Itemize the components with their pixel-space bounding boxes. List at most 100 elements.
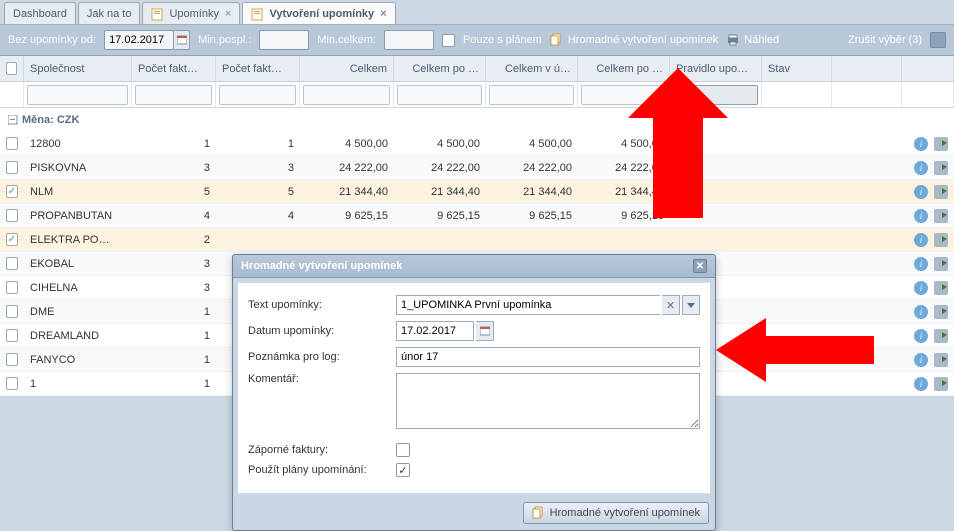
cell-company: PROPANBUTAN xyxy=(24,210,132,222)
go-icon[interactable] xyxy=(934,233,948,247)
filter-total-po2[interactable] xyxy=(581,85,666,105)
cell-total-po2: 24 222,00 xyxy=(578,162,670,174)
row-checkbox[interactable] xyxy=(6,281,18,294)
dialog-submit-label: Hromadné vytvoření upomínek xyxy=(550,507,700,519)
cell-company: ELEKTRA PO… xyxy=(24,234,132,246)
cell-company: DREAMLAND xyxy=(24,330,132,342)
filter-total-vu[interactable] xyxy=(489,85,574,105)
go-icon[interactable] xyxy=(934,329,948,343)
tab-create-reminder[interactable]: Vytvoření upomínky × xyxy=(242,2,395,24)
min-pospl-input[interactable] xyxy=(259,30,309,50)
row-checkbox[interactable] xyxy=(6,185,18,198)
info-icon[interactable]: i xyxy=(914,209,928,223)
col-company[interactable]: Společnost xyxy=(24,56,132,81)
table-row[interactable]: ELEKTRA PO…2i xyxy=(0,228,954,252)
note-icon xyxy=(251,7,265,21)
text-upominky-combo[interactable]: ✕ xyxy=(396,295,700,315)
close-icon[interactable]: × xyxy=(380,8,386,20)
bulk-create-button[interactable]: Hromadné vytvoření upomínek xyxy=(550,33,718,47)
poznamka-label: Poznámka pro log: xyxy=(248,351,396,363)
datum-input[interactable] xyxy=(396,321,474,341)
go-icon[interactable] xyxy=(934,209,948,223)
col-rule[interactable]: Pravidlo upo… xyxy=(670,56,762,81)
row-checkbox[interactable] xyxy=(6,209,18,222)
calendar-icon[interactable] xyxy=(174,30,190,50)
row-checkbox[interactable] xyxy=(6,137,18,150)
row-checkbox[interactable] xyxy=(6,353,18,366)
clear-icon[interactable]: ✕ xyxy=(662,295,680,315)
only-plan-checkbox[interactable] xyxy=(442,34,455,47)
col-total-vu[interactable]: Celkem v ú… xyxy=(486,56,578,81)
col-inv2[interactable]: Počet fakt… xyxy=(216,56,300,81)
cell-inv1: 1 xyxy=(132,354,216,366)
info-icon[interactable]: i xyxy=(914,353,928,367)
cell-total-po: 4 500,00 xyxy=(394,138,486,150)
info-icon[interactable]: i xyxy=(914,377,928,391)
poznamka-input[interactable] xyxy=(396,347,700,367)
go-icon[interactable] xyxy=(934,257,948,271)
col-stav[interactable]: Stav xyxy=(762,56,832,81)
cancel-selection-button[interactable]: Zrušit výběr (3) xyxy=(848,34,922,46)
close-icon[interactable]: × xyxy=(225,8,231,20)
group-header[interactable]: Měna: CZK xyxy=(0,108,954,132)
min-celkem-input[interactable] xyxy=(384,30,434,50)
info-icon[interactable]: i xyxy=(914,305,928,319)
go-icon[interactable] xyxy=(934,377,948,391)
cell-inv1: 3 xyxy=(132,258,216,270)
info-icon[interactable]: i xyxy=(914,137,928,151)
filter-total[interactable] xyxy=(303,85,390,105)
row-checkbox[interactable] xyxy=(6,329,18,342)
dialog-close-button[interactable]: ✕ xyxy=(693,259,707,273)
filter-rule[interactable] xyxy=(673,85,758,105)
table-row[interactable]: PISKOVNA3324 222,0024 222,0024 222,0024 … xyxy=(0,156,954,180)
cell-total-po: 9 625,15 xyxy=(394,210,486,222)
table-row[interactable]: 12800114 500,004 500,004 500,004 500,00i xyxy=(0,132,954,156)
filter-inv2[interactable] xyxy=(219,85,296,105)
go-icon[interactable] xyxy=(934,305,948,319)
info-icon[interactable]: i xyxy=(914,233,928,247)
komentar-textarea[interactable] xyxy=(396,373,700,429)
go-icon[interactable] xyxy=(934,161,948,175)
col-total[interactable]: Celkem xyxy=(300,56,394,81)
chevron-down-icon[interactable] xyxy=(682,295,700,315)
go-icon[interactable] xyxy=(934,281,948,295)
no-reminder-from-date[interactable] xyxy=(104,30,174,50)
dialog-submit-button[interactable]: Hromadné vytvoření upomínek xyxy=(523,502,709,524)
col-inv1[interactable]: Počet fakt… xyxy=(132,56,216,81)
table-row[interactable]: NLM5521 344,4021 344,4021 344,4021 344,4… xyxy=(0,180,954,204)
calendar-icon[interactable] xyxy=(476,321,494,341)
go-icon[interactable] xyxy=(934,185,948,199)
info-icon[interactable]: i xyxy=(914,257,928,271)
pouzit-plany-checkbox[interactable] xyxy=(396,463,410,477)
row-checkbox[interactable] xyxy=(6,161,18,174)
dialog-titlebar[interactable]: Hromadné vytvoření upomínek ✕ xyxy=(233,255,715,278)
text-upominky-input[interactable] xyxy=(396,295,660,315)
cell-inv1: 5 xyxy=(132,186,216,198)
dropdown-button[interactable] xyxy=(930,32,946,48)
col-total-po[interactable]: Celkem po … xyxy=(394,56,486,81)
info-icon[interactable]: i xyxy=(914,281,928,295)
info-icon[interactable]: i xyxy=(914,329,928,343)
go-icon[interactable] xyxy=(934,353,948,367)
info-icon[interactable]: i xyxy=(914,161,928,175)
row-checkbox[interactable] xyxy=(6,257,18,270)
table-row[interactable]: PROPANBUTAN449 625,159 625,159 625,159 6… xyxy=(0,204,954,228)
only-plan-label: Pouze s plánem xyxy=(463,34,542,46)
col-total-po2[interactable]: Celkem po … xyxy=(578,56,670,81)
row-checkbox[interactable] xyxy=(6,233,18,246)
preview-button[interactable]: Náhled xyxy=(726,33,779,47)
tab-howto[interactable]: Jak na to xyxy=(78,2,141,24)
min-celkem-label: Min.celkem: xyxy=(317,34,376,46)
row-checkbox[interactable] xyxy=(6,305,18,318)
zaporne-checkbox[interactable] xyxy=(396,443,410,457)
select-all-checkbox[interactable] xyxy=(6,62,17,75)
filter-company[interactable] xyxy=(27,85,128,105)
row-checkbox[interactable] xyxy=(6,377,18,390)
tab-dashboard[interactable]: Dashboard xyxy=(4,2,76,24)
go-icon[interactable] xyxy=(934,137,948,151)
filter-total-po[interactable] xyxy=(397,85,482,105)
tab-reminders[interactable]: Upomínky × xyxy=(142,2,240,24)
info-icon[interactable]: i xyxy=(914,185,928,199)
filter-inv1[interactable] xyxy=(135,85,212,105)
preview-label: Náhled xyxy=(744,34,779,46)
